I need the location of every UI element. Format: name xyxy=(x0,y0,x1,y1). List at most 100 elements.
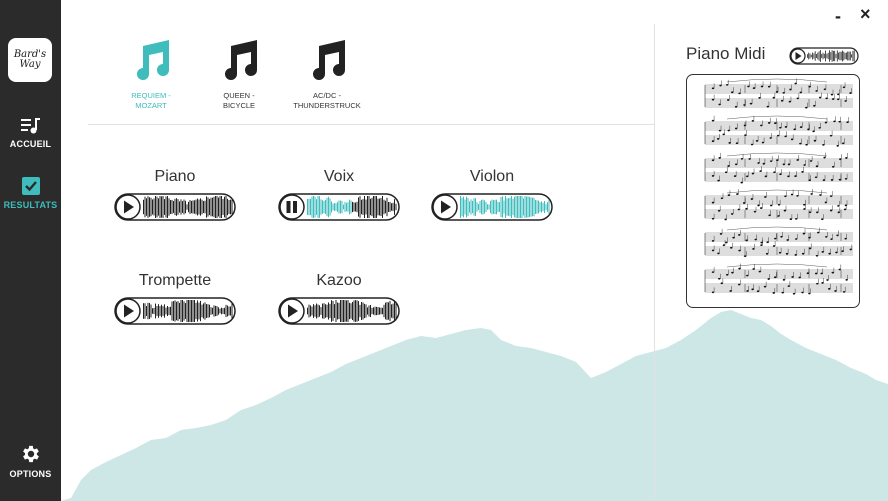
waveform-bar xyxy=(361,199,362,215)
audio-player[interactable] xyxy=(431,193,553,221)
waveform-bar xyxy=(391,304,392,318)
waveform-bar xyxy=(383,199,385,215)
waveform-bar xyxy=(851,54,852,58)
waveform-bar xyxy=(165,307,167,315)
waveform-bar xyxy=(394,300,395,322)
track-kazoo: Kazoo xyxy=(278,272,400,325)
waveform-bar xyxy=(313,304,314,318)
waveform-bar xyxy=(367,307,368,315)
waveform-bar xyxy=(533,197,535,217)
waveform-bar xyxy=(225,196,227,218)
close-button[interactable]: × xyxy=(860,4,871,25)
audio-player[interactable] xyxy=(114,193,236,221)
waveform-bar xyxy=(204,200,206,214)
waveform-bar xyxy=(380,307,382,315)
waveform-bar xyxy=(150,304,152,318)
waveform-bar xyxy=(334,203,335,211)
waveform-bar xyxy=(158,304,159,318)
waveform-bar xyxy=(532,197,533,217)
waveform-bar xyxy=(502,196,503,218)
waveform-bar xyxy=(481,199,482,215)
waveform-bar xyxy=(156,306,158,316)
waveform-bar xyxy=(316,199,317,215)
waveform-bar xyxy=(529,197,530,217)
sheet-music-preview[interactable] xyxy=(686,74,860,308)
waveform-bar xyxy=(155,303,156,319)
waveform-bar xyxy=(814,51,816,61)
audio-player[interactable] xyxy=(278,297,400,325)
waveform-bar xyxy=(307,307,308,315)
gear-icon xyxy=(22,445,39,463)
waveform-bar xyxy=(209,304,210,318)
waveform-bar xyxy=(183,199,185,215)
waveform-bar xyxy=(191,200,192,214)
waveform-bar xyxy=(506,198,508,216)
audio-player[interactable] xyxy=(278,193,400,221)
sidebar-item-resultats[interactable]: RESULTATS xyxy=(0,176,61,210)
waveform-bar xyxy=(231,303,233,319)
waveform-bar xyxy=(332,203,334,211)
waveform-bar xyxy=(180,300,182,322)
waveform-bar xyxy=(329,303,331,319)
waveform-bar xyxy=(478,204,479,210)
waveform-bar xyxy=(831,50,833,62)
waveform-bar xyxy=(161,304,162,318)
waveform-bar xyxy=(376,196,377,218)
waveform-bar xyxy=(388,302,389,320)
waveform-bar xyxy=(316,303,317,319)
waveform-bar xyxy=(216,306,218,316)
waveform-bar xyxy=(164,199,165,215)
waveform-bar xyxy=(228,306,230,316)
app-logo[interactable]: Bard's Way xyxy=(8,38,52,82)
waveform-bar xyxy=(848,51,850,61)
waveform-bar xyxy=(526,196,527,218)
waveform-bar xyxy=(821,53,823,59)
waveform-bar xyxy=(849,51,851,61)
waveform-bar xyxy=(467,198,469,216)
waveform-bar xyxy=(494,199,496,215)
waveform-bar xyxy=(352,201,353,213)
waveform-bar xyxy=(847,51,849,61)
sidebar-item-label: RESULTATS xyxy=(3,200,58,210)
waveform-bar xyxy=(192,200,194,214)
waveform-bar xyxy=(368,196,370,218)
sidebar-item-accueil[interactable]: ACCUEIL xyxy=(0,117,61,149)
waveform-bar xyxy=(385,302,386,320)
waveform-bar xyxy=(341,200,343,214)
audio-player[interactable] xyxy=(114,297,236,325)
song-requiem[interactable]: REQUIEM - MOZART xyxy=(108,40,194,111)
waveform-bar xyxy=(195,302,197,320)
music-note-icon xyxy=(313,40,345,80)
waveform-bar xyxy=(852,50,854,62)
waveform-bar xyxy=(319,305,320,317)
music-list-icon xyxy=(20,118,40,134)
song-title: REQUIEM - xyxy=(131,91,171,100)
waveform-bar xyxy=(170,306,171,316)
midi-audio-player[interactable] xyxy=(789,47,859,65)
waveform-bar xyxy=(320,199,322,215)
waveform-bar xyxy=(359,196,361,218)
waveform-bar xyxy=(189,300,191,322)
waveform-bar xyxy=(179,302,180,320)
track-name: Kazoo xyxy=(316,272,362,289)
waveform-bar xyxy=(335,300,337,322)
waveform-bar xyxy=(355,300,356,322)
waveform-bar xyxy=(469,201,470,213)
waveform-bar xyxy=(331,201,332,213)
waveform-bar xyxy=(482,199,484,215)
waveform-bar xyxy=(367,196,368,218)
options-button[interactable]: OPTIONS xyxy=(0,443,61,479)
waveform-bar xyxy=(829,50,830,62)
song-title: QUEEN - xyxy=(223,91,255,100)
waveform-bar xyxy=(207,304,209,318)
song-thunderstruck[interactable]: AC/DC - THUNDERSTRUCK xyxy=(284,40,370,111)
waveform-bar xyxy=(310,305,311,317)
minimize-button[interactable]: - xyxy=(835,6,841,27)
waveform-bar xyxy=(326,304,328,318)
waveform-bar xyxy=(545,204,547,210)
song-bicycle[interactable]: QUEEN - BICYCLE xyxy=(196,40,282,111)
waveform-bar xyxy=(210,197,212,217)
waveform-bar xyxy=(192,300,194,322)
waveform-bar xyxy=(323,200,325,214)
waveform-bar xyxy=(203,201,204,213)
